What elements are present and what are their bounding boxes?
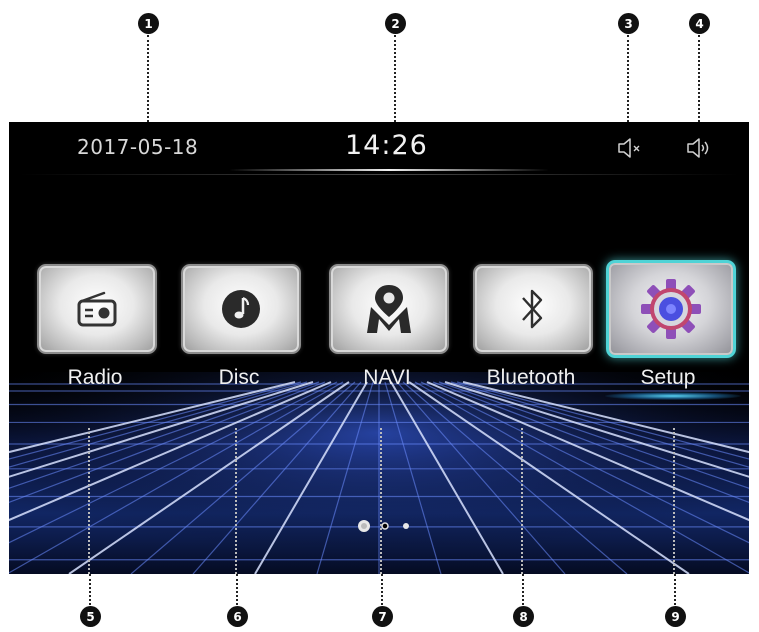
- callout-8: 8: [513, 606, 534, 627]
- navigation-icon: [367, 285, 411, 333]
- callout-1-leader: [147, 35, 149, 122]
- callout-6-leader: [235, 428, 237, 574]
- page-dot-2[interactable]: [381, 522, 389, 530]
- callout-7: 7: [372, 606, 393, 627]
- mute-icon[interactable]: [615, 135, 645, 161]
- bluetooth-icon: [522, 289, 543, 329]
- status-bar: 2017-05-18 14:26: [9, 122, 749, 175]
- callout-8-leader: [521, 428, 523, 574]
- callout-6-leader-bottom: [236, 574, 238, 605]
- callout-1: 1: [138, 13, 159, 34]
- callout-6: 6: [227, 606, 248, 627]
- callout-3: 3: [618, 13, 639, 34]
- callout-9-leader-bottom: [674, 574, 676, 605]
- status-divider: [19, 174, 739, 175]
- app-tile-radio[interactable]: [37, 264, 157, 354]
- callout-7-leader: [380, 428, 382, 574]
- callout-4-leader: [698, 35, 700, 122]
- app-label-bluetooth: Bluetooth: [486, 366, 576, 389]
- disc-icon: [222, 290, 260, 328]
- callout-4: 4: [689, 13, 710, 34]
- callout-2: 2: [385, 13, 406, 34]
- page-indicator: [358, 520, 409, 532]
- callout-9-leader: [673, 428, 675, 574]
- app-tile-bluetooth[interactable]: [473, 264, 593, 354]
- callout-3-leader: [627, 35, 629, 122]
- app-tile-setup[interactable]: [606, 260, 736, 358]
- app-tile-navi[interactable]: [329, 264, 449, 354]
- volume-icon[interactable]: [684, 135, 714, 161]
- callout-8-leader-bottom: [522, 574, 524, 605]
- gear-icon: [641, 279, 701, 339]
- callout-5-leader: [88, 428, 90, 574]
- app-label-setup: Setup: [640, 366, 696, 389]
- date-display: 2017-05-18: [77, 135, 199, 159]
- callout-5-leader-bottom: [89, 574, 91, 605]
- page-dot-3[interactable]: [403, 523, 409, 529]
- clock-display[interactable]: 14:26: [345, 130, 428, 161]
- selection-indicator: [605, 392, 741, 400]
- app-label-radio: Radio: [67, 366, 123, 389]
- app-tile-disc[interactable]: [181, 264, 301, 354]
- clock-underline: [229, 169, 549, 171]
- head-unit-screen: 2017-05-18 14:26 Radio Disc NAVI Bluetoo…: [9, 122, 749, 574]
- callout-7-leader-bottom: [381, 574, 383, 605]
- radio-icon: [77, 291, 117, 327]
- app-label-disc: Disc: [218, 366, 260, 389]
- callout-5: 5: [80, 606, 101, 627]
- callout-2-leader: [394, 35, 396, 122]
- app-label-navi: NAVI: [363, 366, 411, 389]
- callout-9: 9: [665, 606, 686, 627]
